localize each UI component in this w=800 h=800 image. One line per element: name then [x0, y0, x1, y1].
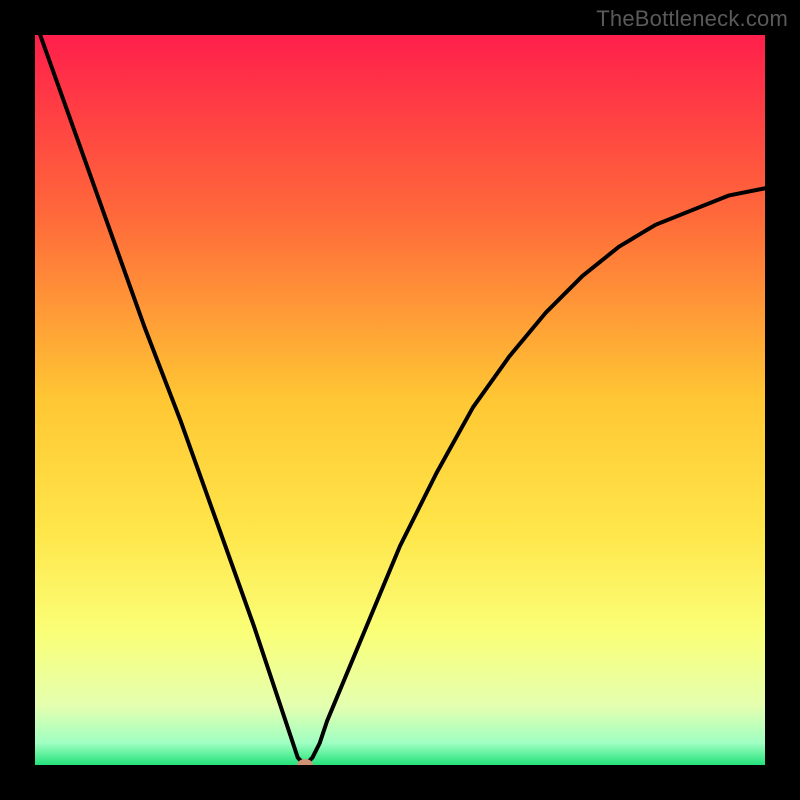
chart-plot-area	[35, 35, 765, 765]
gradient-background	[35, 35, 765, 765]
watermark-text: TheBottleneck.com	[596, 6, 788, 32]
